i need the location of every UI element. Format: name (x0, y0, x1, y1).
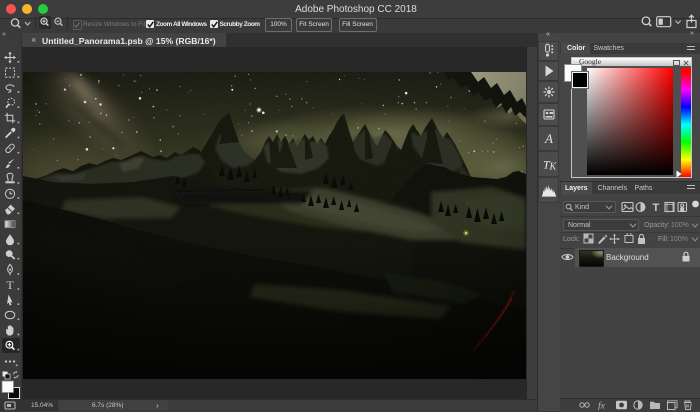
svg-text:fx: fx (598, 401, 606, 411)
svg-text:A: A (544, 131, 553, 146)
svg-text:T: T (6, 278, 14, 292)
svg-text:T: T (653, 202, 660, 213)
svg-text:K: K (549, 162, 558, 173)
